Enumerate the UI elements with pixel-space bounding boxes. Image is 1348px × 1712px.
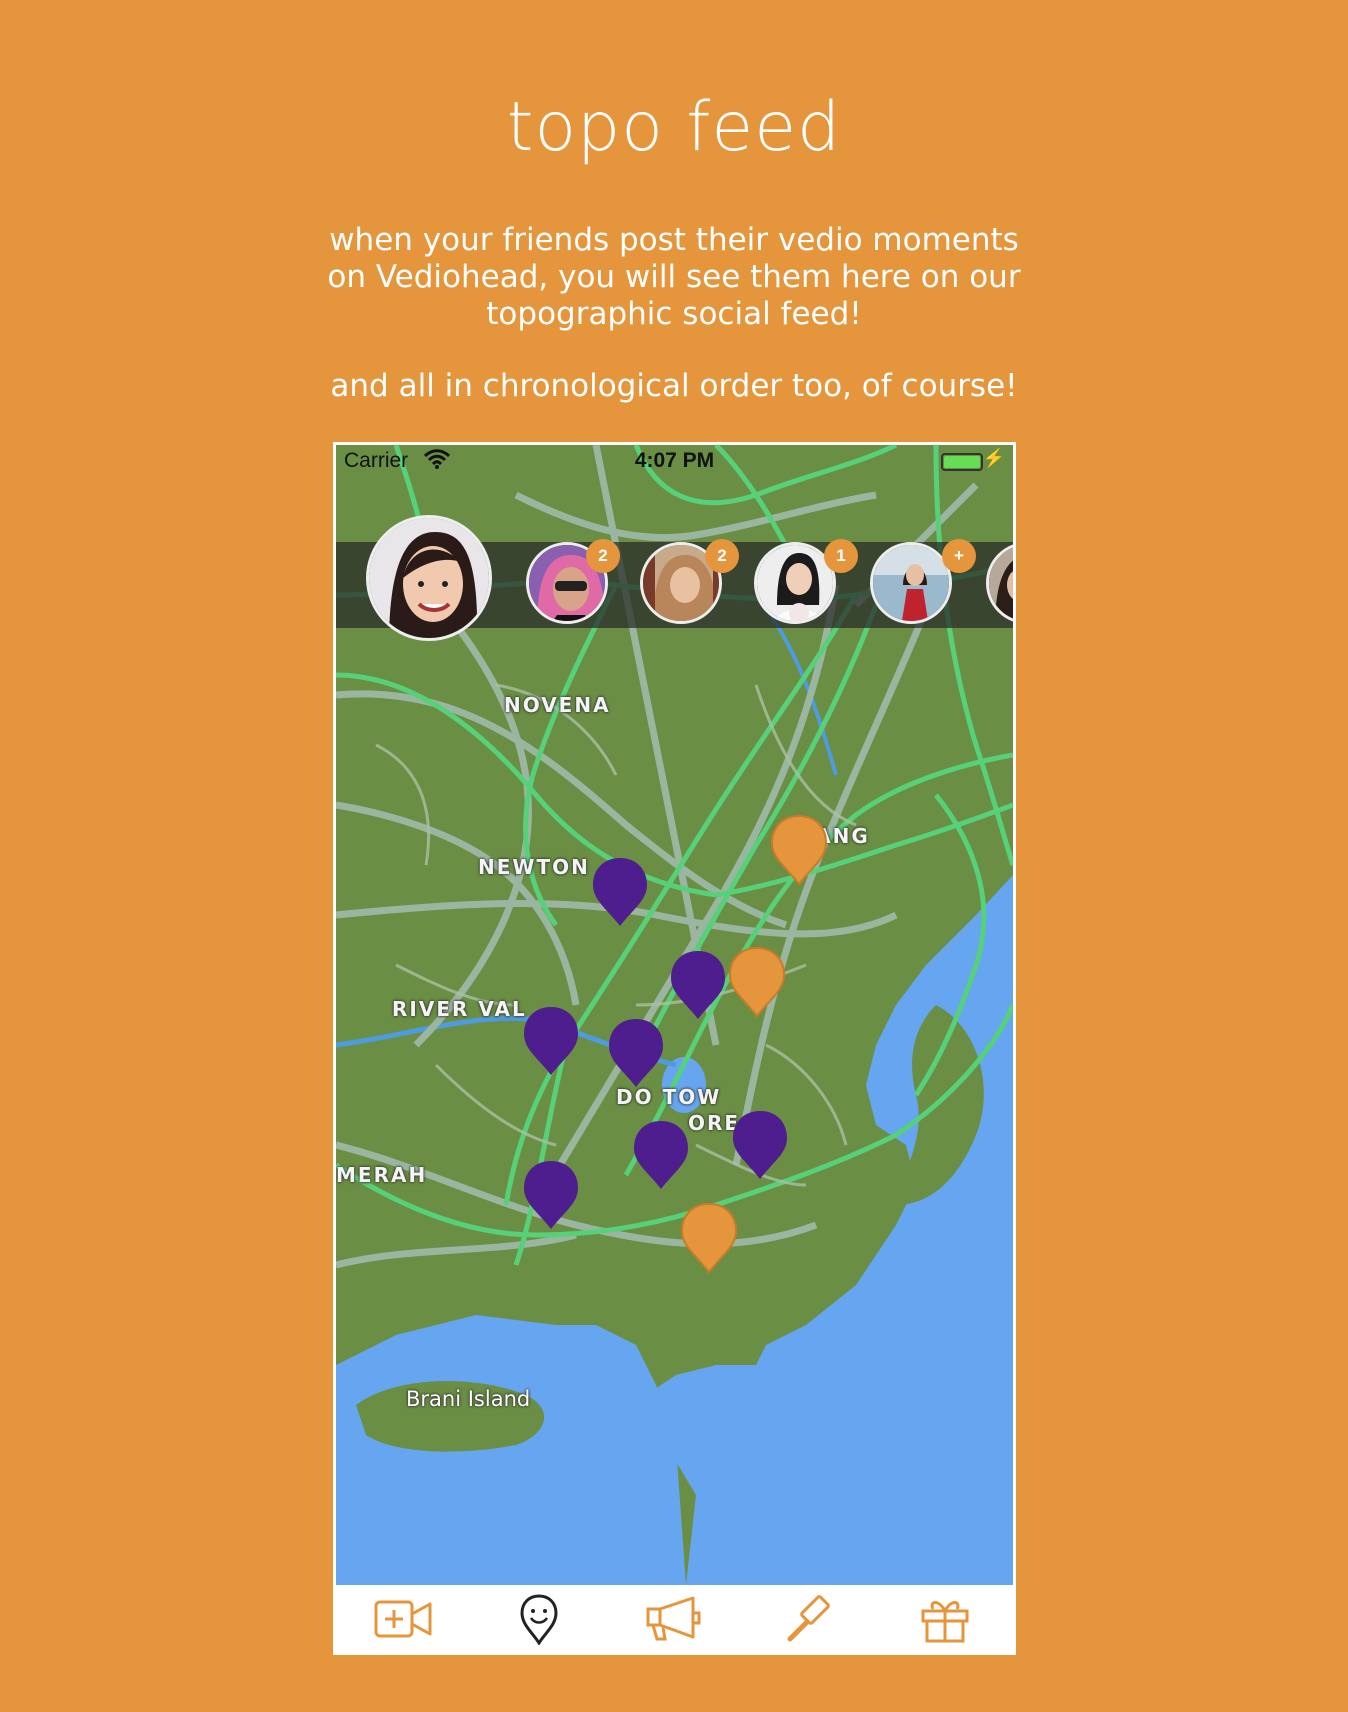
map-pin-friend[interactable] [731, 1109, 789, 1181]
map-pin-own[interactable] [770, 814, 828, 886]
description-line: on Vediohead, you will see them here on … [327, 259, 1021, 295]
story-count-badge: 2 [586, 539, 620, 573]
tab-announcements[interactable] [634, 1589, 714, 1649]
map-label-novena: NOVENA [504, 693, 611, 717]
video-add-icon [374, 1600, 432, 1637]
map-pin-own[interactable] [680, 1202, 738, 1274]
battery-icon [941, 453, 983, 471]
map-pin-friend[interactable] [607, 1017, 665, 1089]
map-pin-smile-icon [520, 1593, 558, 1645]
map-pin-own[interactable] [728, 946, 786, 1018]
page-title: topo feed [506, 88, 842, 167]
map-label-river-valley: RIVER VAL [392, 997, 527, 1021]
status-bar: Carrier 4:07 PM ⚡ [336, 445, 1013, 475]
friend-avatar[interactable] [870, 542, 952, 624]
tab-rewards[interactable] [905, 1589, 985, 1649]
app-screen: NOVENA NEWTON RIVER VAL K LANG DO TOW OR… [336, 445, 1013, 1652]
gift-icon [921, 1600, 969, 1642]
megaphone-icon [646, 1596, 701, 1640]
map-pin-friend[interactable] [632, 1119, 690, 1191]
phone-screenshot: NOVENA NEWTON RIVER VAL K LANG DO TOW OR… [333, 442, 1016, 1655]
map-label-merah: MERAH [336, 1163, 428, 1187]
page-description-extra: and all in chronological order too, of c… [330, 368, 1018, 404]
story-add-badge[interactable]: + [942, 539, 976, 573]
map-pin-friend[interactable] [669, 949, 727, 1021]
page-description: when your friends post their vedio momen… [324, 222, 1024, 333]
map-label-newton: NEWTON [478, 855, 590, 879]
gavel-icon [787, 1594, 830, 1641]
map-label-brani-island: Brani Island [406, 1387, 531, 1411]
tab-topo-feed[interactable] [499, 1589, 579, 1649]
tab-record-video[interactable] [364, 1589, 444, 1649]
charging-icon: ⚡ [982, 448, 1005, 468]
description-line: when your friends post their vedio momen… [329, 222, 1019, 258]
map-water-south [336, 1315, 686, 1585]
story-count-badge: 2 [705, 539, 739, 573]
map-pin-friend[interactable] [522, 1159, 580, 1231]
story-count-badge: 1 [824, 539, 858, 573]
map-pin-friend[interactable] [522, 1005, 580, 1077]
my-avatar[interactable] [366, 515, 492, 641]
bottom-tab-bar [336, 1585, 1013, 1652]
clock: 4:07 PM [634, 449, 715, 472]
description-line: topographic social feed! [486, 296, 862, 332]
map-pin-friend[interactable] [591, 856, 649, 928]
tab-auction[interactable] [770, 1589, 850, 1649]
